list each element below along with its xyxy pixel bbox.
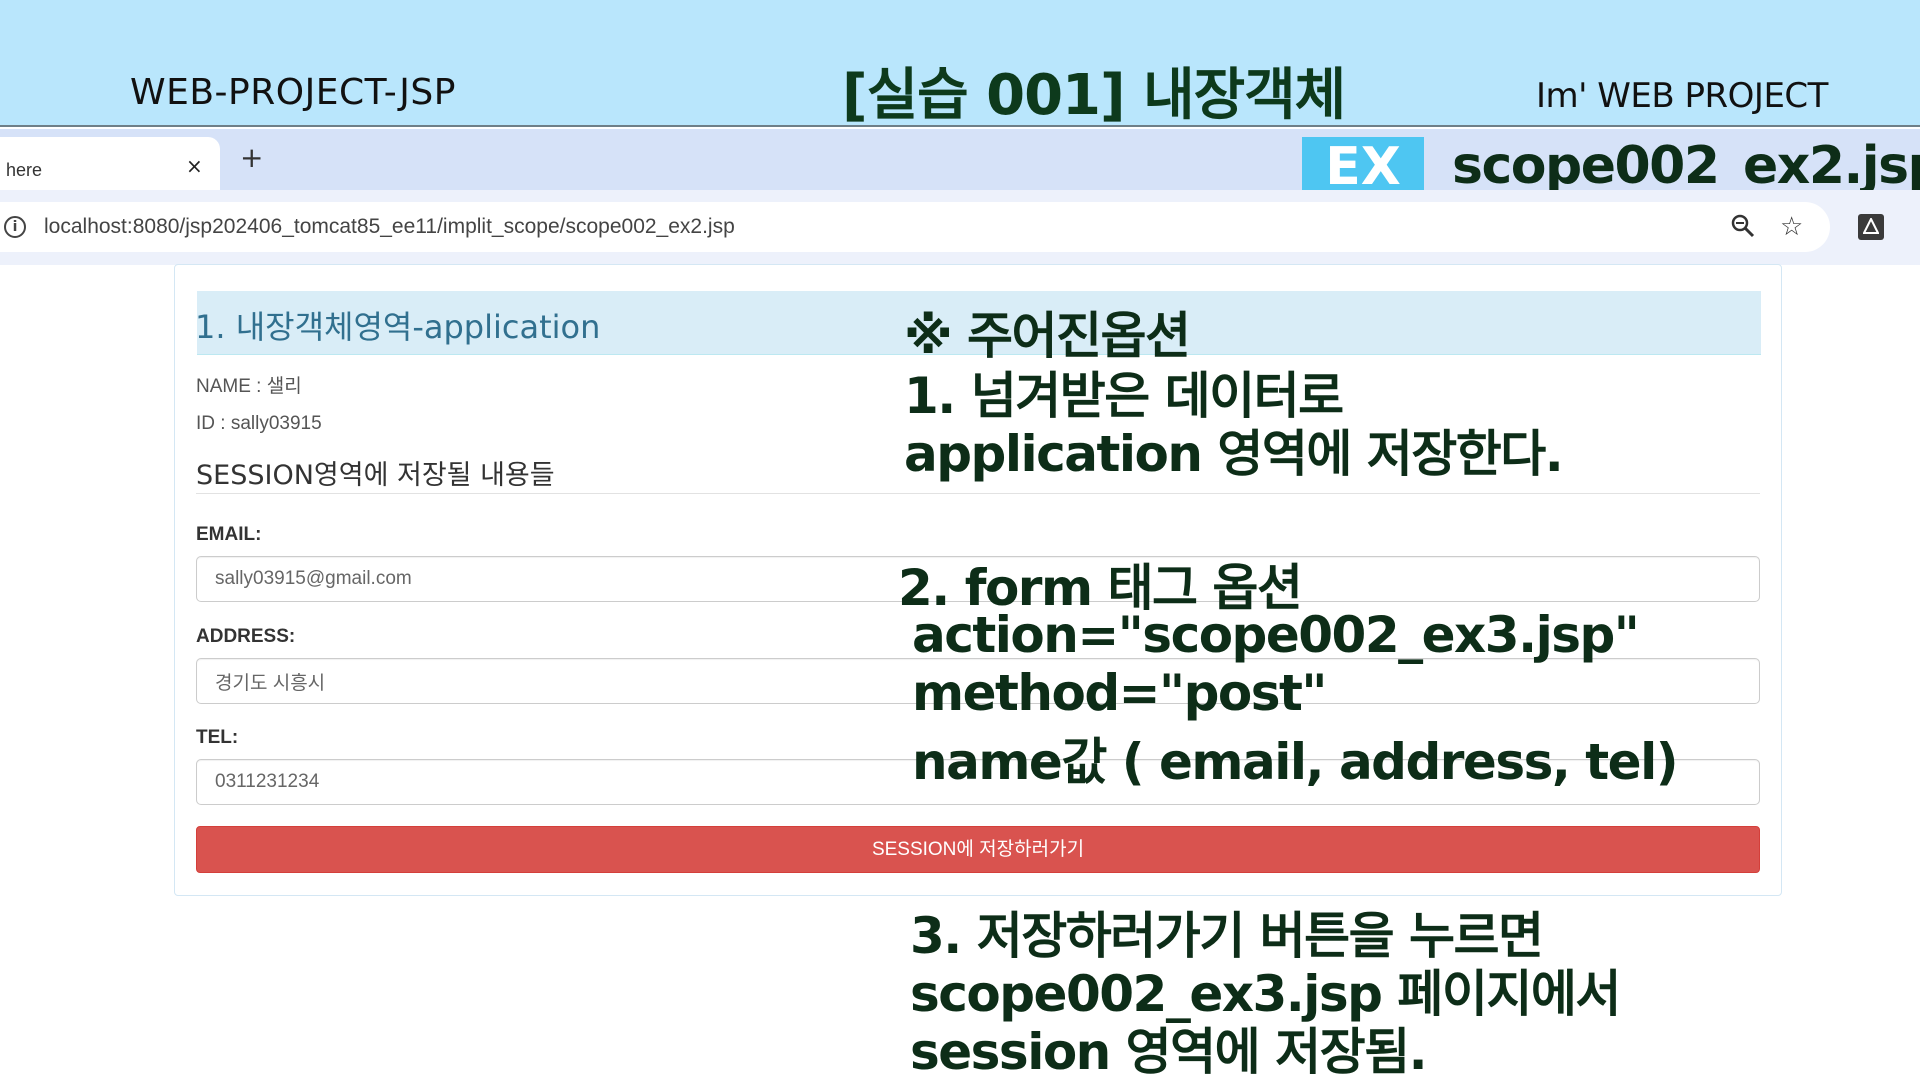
slide-project-label: WEB-PROJECT-JSP: [130, 72, 456, 113]
email-label: EMAIL:: [196, 524, 262, 545]
slide-title: [실습 001] 내장객체: [842, 63, 1346, 128]
url-text[interactable]: localhost:8080/jsp202406_tomcat85_ee11/i…: [44, 215, 735, 239]
name-text: NAME : 샐리: [196, 376, 302, 397]
submit-session-button[interactable]: SESSION에 저장하러가기: [196, 826, 1760, 873]
annotation-step1-line2: application 영역에 저장한다.: [904, 425, 1564, 483]
zoom-icon[interactable]: [1730, 213, 1756, 243]
annotation-step2-line3: method="post": [912, 664, 1327, 722]
close-icon[interactable]: ×: [186, 154, 203, 178]
new-tab-button[interactable]: +: [240, 141, 263, 174]
slide-brand-label: Im' WEB PROJECT: [1536, 76, 1828, 116]
ex-badge: EX: [1302, 137, 1424, 197]
info-icon[interactable]: i: [4, 216, 26, 238]
star-icon[interactable]: ☆: [1780, 212, 1803, 242]
browser-tab[interactable]: here ×: [0, 137, 220, 190]
browser-toolbar: i localhost:8080/jsp202406_tomcat85_ee11…: [0, 190, 1920, 265]
panel-heading-text: 1. 내장객체영역-application: [195, 308, 601, 346]
divider: [196, 493, 1760, 494]
screen: WEB-PROJECT-JSP [실습 001] 내장객체 Im' WEB PR…: [0, 0, 1920, 1080]
annotation-step2-line4: name값 ( email, address, tel): [912, 733, 1679, 791]
address-label: ADDRESS:: [196, 626, 296, 647]
session-heading: SESSION영역에 저장될 내용들: [196, 460, 555, 491]
ex-filename: scope002_ex2.jsp: [1452, 136, 1920, 196]
tab-title: here: [6, 160, 43, 180]
tel-label: TEL:: [196, 727, 239, 748]
annotation-step3-line3: session 영역에 저장됨.: [910, 1023, 1428, 1080]
id-text: ID : sally03915: [196, 413, 322, 434]
extension-icon[interactable]: [1858, 214, 1884, 240]
annotation-step2-line2: action="scope002_ex3.jsp": [912, 606, 1640, 664]
